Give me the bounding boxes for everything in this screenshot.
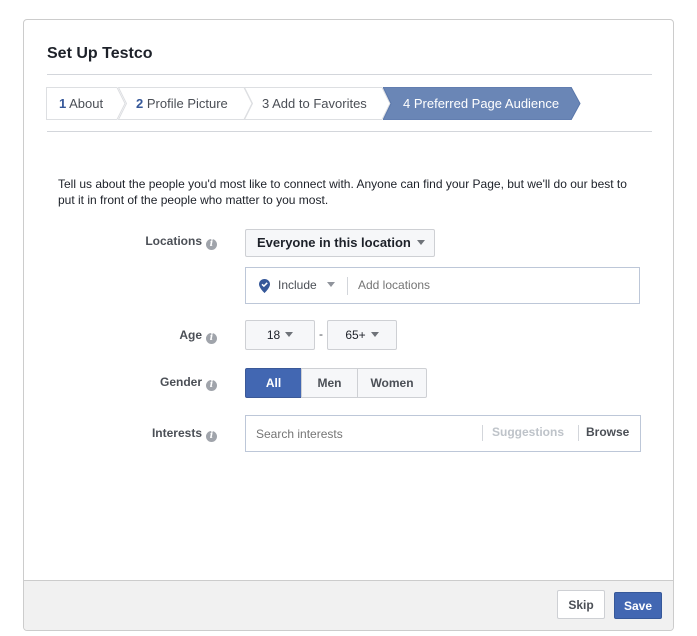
gender-option-all[interactable]: All (245, 368, 302, 398)
add-locations-input[interactable] (358, 278, 628, 292)
age-min-dropdown[interactable]: 18 (245, 320, 315, 350)
info-icon[interactable]: i (206, 333, 217, 344)
gender-option-women[interactable]: Women (357, 368, 427, 398)
info-icon[interactable]: i (206, 431, 217, 442)
chevron-down-icon (285, 332, 294, 337)
browse-link[interactable]: Browse (586, 425, 629, 439)
step-label: Preferred Page Audience (413, 96, 560, 111)
step-number: 3 (262, 96, 270, 111)
locations-label: Locations i (97, 234, 217, 250)
step-about[interactable]: 1 About (46, 87, 126, 120)
step-label: About (69, 96, 104, 111)
interests-input-box: Suggestions Browse (245, 415, 641, 452)
separator (482, 425, 483, 441)
step-profile-picture[interactable]: 2 Profile Picture (118, 87, 253, 120)
locations-input-box: Include (245, 267, 640, 304)
search-interests-input[interactable] (256, 427, 476, 441)
location-pin-check-icon (259, 279, 270, 293)
dialog-footer: Skip Save (24, 580, 673, 630)
step-label: Add to Favorites (272, 96, 367, 111)
interests-label: Interests i (97, 426, 217, 442)
chevron-down-icon (326, 282, 335, 287)
separator (347, 277, 348, 295)
gender-label: Gender i (97, 375, 217, 391)
step-number: 4 (403, 96, 411, 111)
chevron-down-icon (416, 240, 425, 245)
setup-dialog: Set Up Testco 1 About 2 Profile Picture … (23, 19, 674, 631)
step-number: 2 (136, 96, 144, 111)
save-button[interactable]: Save (614, 592, 662, 619)
suggestions-link[interactable]: Suggestions (492, 425, 564, 439)
age-label: Age i (97, 328, 217, 344)
age-max-dropdown[interactable]: 65+ (327, 320, 397, 350)
intro-text: Tell us about the people you'd most like… (58, 177, 627, 207)
skip-button[interactable]: Skip (557, 590, 605, 619)
include-dropdown[interactable]: Include (278, 278, 335, 292)
dialog-title: Set Up Testco (47, 45, 153, 62)
chevron-down-icon (370, 332, 379, 337)
info-icon[interactable]: i (206, 239, 217, 250)
age-range-separator: - (319, 327, 323, 341)
step-label: Profile Picture (146, 96, 228, 111)
step-add-to-favorites[interactable]: 3 Add to Favorites (244, 87, 391, 120)
info-icon[interactable]: i (206, 380, 217, 391)
gender-option-men[interactable]: Men (301, 368, 358, 398)
step-preferred-page-audience[interactable]: 4 Preferred Page Audience (383, 87, 583, 120)
header-divider (47, 74, 652, 75)
location-type-dropdown[interactable]: Everyone in this location (245, 229, 435, 257)
step-number: 1 (59, 96, 67, 111)
steps-divider (47, 131, 652, 132)
gender-selector: All Men Women (245, 368, 427, 398)
separator (578, 425, 579, 441)
